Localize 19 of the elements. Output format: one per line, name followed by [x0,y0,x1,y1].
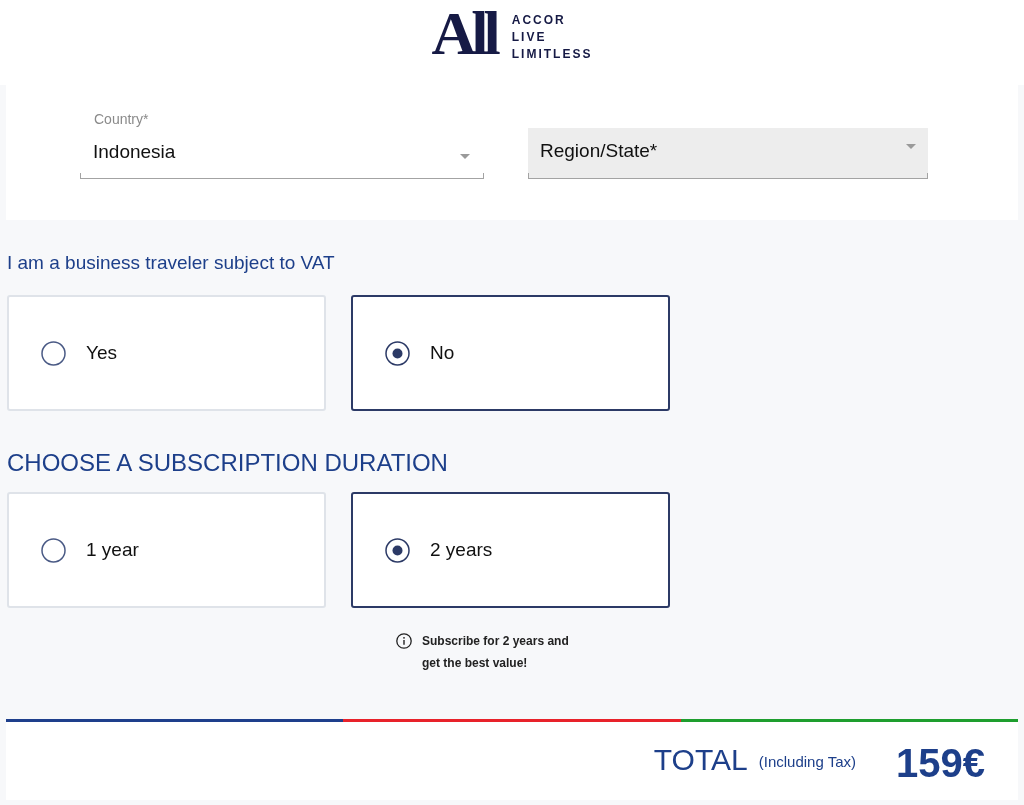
vat-question: I am a business traveler subject to VAT [7,251,336,275]
section-heading: CHOOSE A SUBSCRIPTION DURATION [7,448,449,478]
option-card[interactable]: 2 years [351,492,670,608]
tax-note: (Including Tax) [758,752,856,770]
logo-mark: All [431,4,498,62]
region-select[interactable]: Region/State* [528,128,928,179]
logo-text: LIVE [511,29,548,46]
total-amount: 159€ [896,741,985,785]
caret-icon [460,153,470,159]
total-label: TOTAL [653,742,748,777]
option-card[interactable]: 1 year [7,492,326,608]
option-card[interactable]: No [351,295,670,411]
caret-icon [906,144,916,149]
country-select[interactable]: Country* Indonesia [80,110,484,179]
info-note: Subscribe for 2 years and get the best value! [422,633,570,672]
logo-text: LIMITLESS [511,46,593,63]
option-card[interactable]: Yes [7,295,326,411]
logo-text: ACCOR [511,12,567,29]
info-icon [396,633,412,649]
